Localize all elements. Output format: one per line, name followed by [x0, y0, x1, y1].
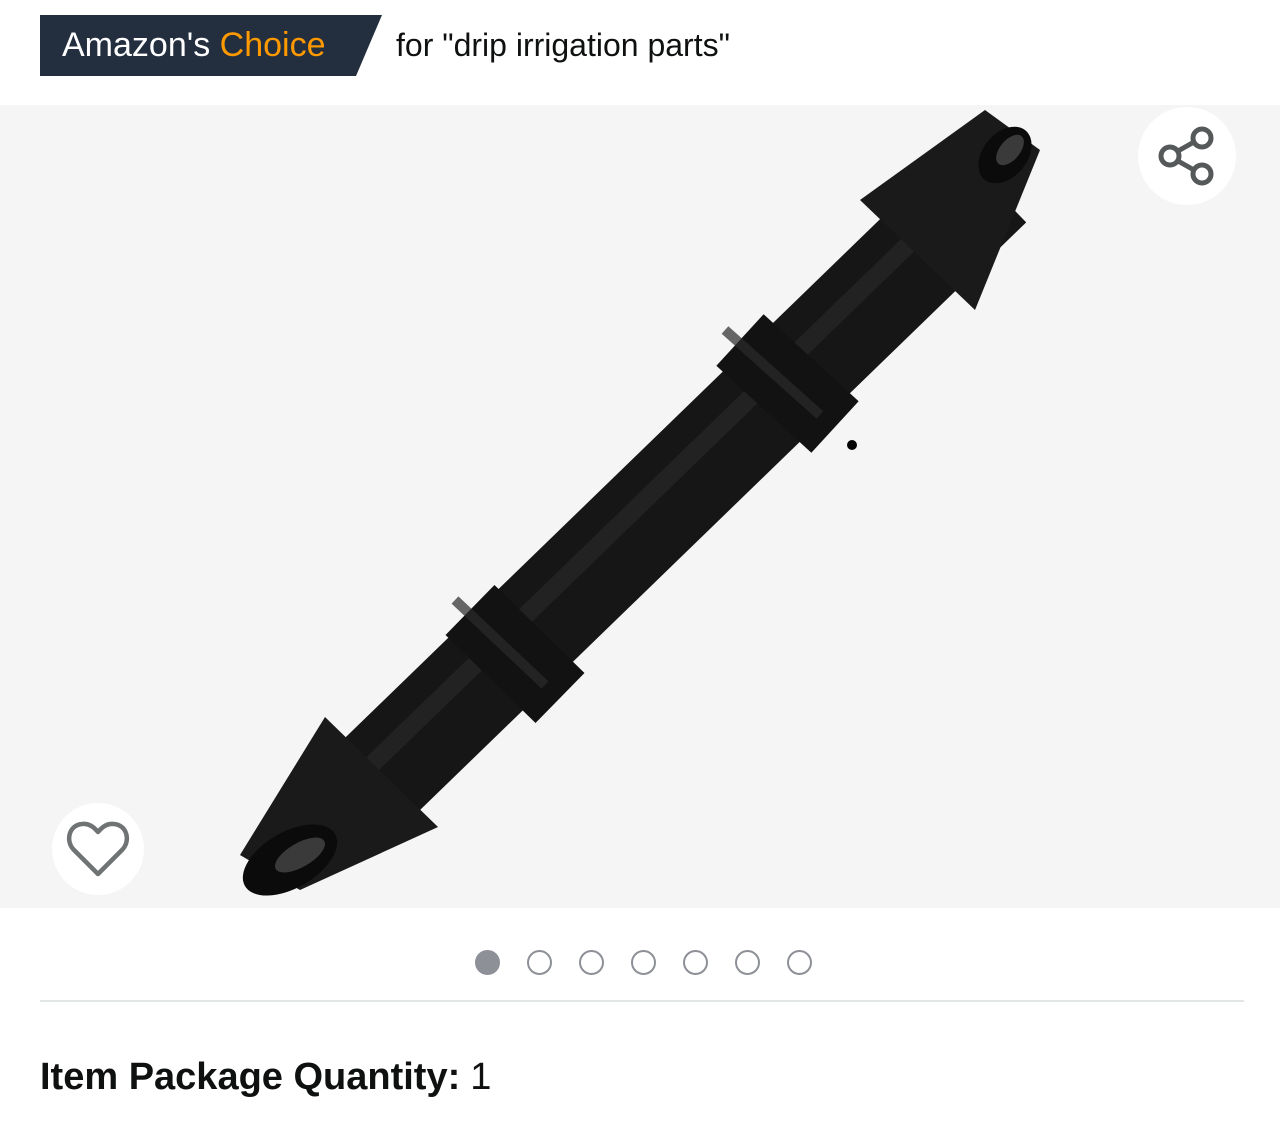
- badge-row: Amazon's Choice for "drip irrigation par…: [0, 0, 1280, 100]
- badge-highlight: Choice: [219, 26, 326, 64]
- divider: [40, 1000, 1244, 1002]
- amazons-choice-badge[interactable]: Amazon's Choice: [40, 15, 382, 76]
- image-dot-5[interactable]: [682, 950, 708, 975]
- wishlist-button[interactable]: [52, 803, 144, 895]
- image-dot-7[interactable]: [786, 950, 812, 975]
- image-dot-4[interactable]: [630, 950, 656, 975]
- product-image[interactable]: [0, 105, 1280, 908]
- product-image-gallery[interactable]: [0, 105, 1280, 908]
- image-dot-3[interactable]: [578, 950, 604, 975]
- image-pagination: [0, 950, 1280, 980]
- share-button[interactable]: [1138, 107, 1236, 205]
- badge-context: for "drip irrigation parts": [396, 27, 730, 63]
- badge-label: Amazon's Choice: [62, 15, 326, 76]
- item-package-quantity: Item Package Quantity: 1: [40, 1052, 491, 1102]
- quantity-label: Item Package Quantity:: [40, 1056, 461, 1098]
- badge-prefix: Amazon's: [62, 26, 211, 64]
- quantity-value: 1: [470, 1056, 492, 1098]
- image-dot-1[interactable]: [474, 950, 500, 975]
- share-icon: [1158, 126, 1214, 186]
- image-dot-6[interactable]: [734, 950, 760, 975]
- image-dot-2[interactable]: [526, 950, 552, 975]
- heart-outline-icon: [66, 821, 130, 877]
